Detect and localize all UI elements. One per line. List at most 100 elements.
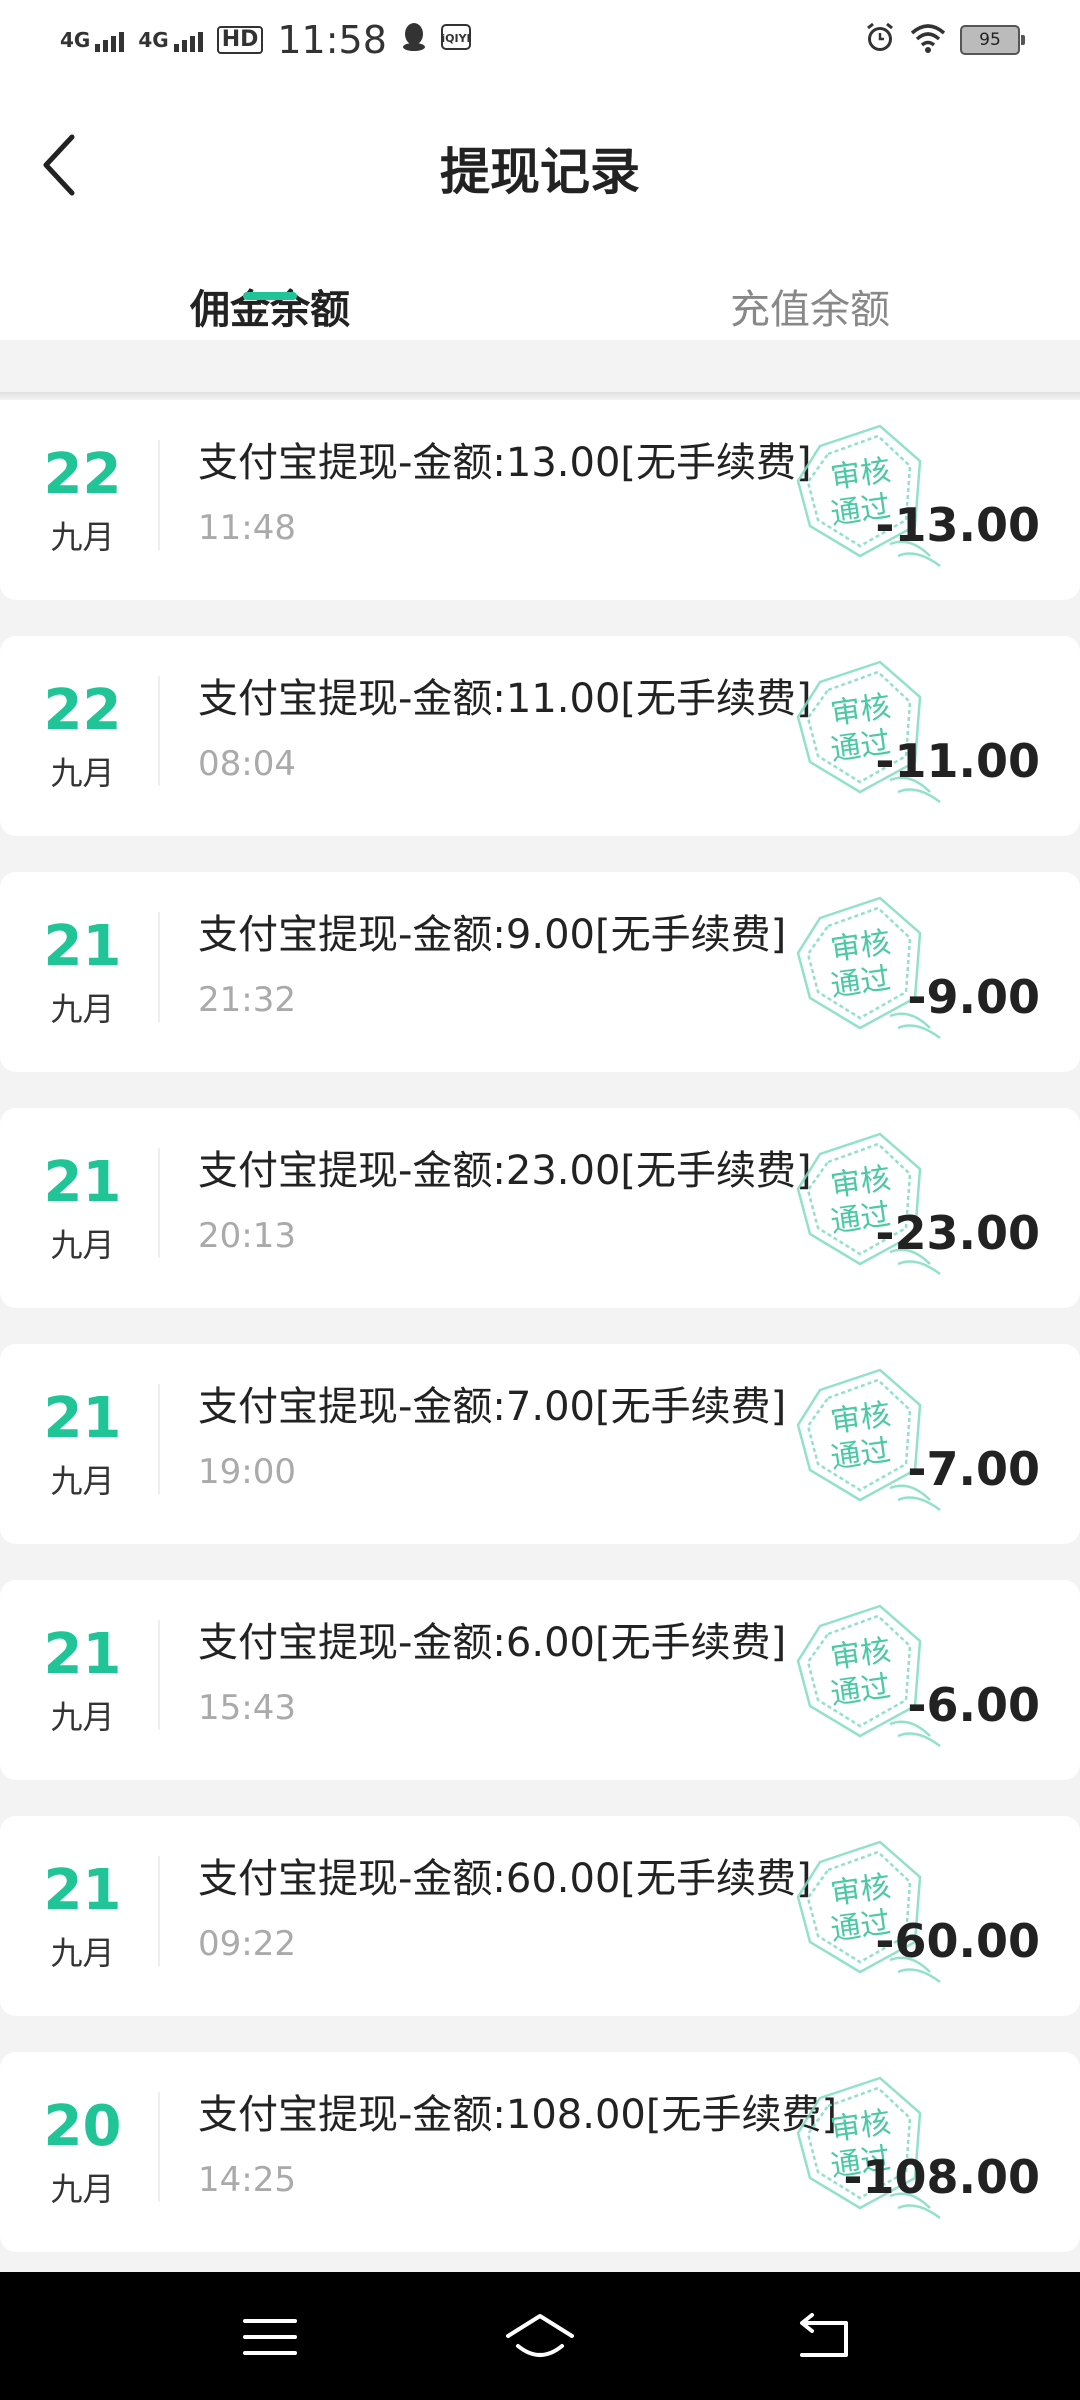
approved-stamp-icon: 审核 通过 [796, 424, 941, 568]
record-amount: -108.00 [843, 2150, 1040, 2204]
date-column: 20 九月 [20, 2052, 145, 2252]
status-left: 4G 4G HD 11:58 iQIYI [60, 18, 471, 62]
record-title: 支付宝提现-金额:9.00[无手续费] [198, 912, 787, 958]
record-amount: -9.00 [907, 970, 1040, 1024]
record-month: 九月 [50, 1462, 115, 1500]
navigation-bar [0, 2272, 1080, 2400]
record-month: 九月 [50, 518, 115, 556]
record-month: 九月 [50, 1698, 115, 1736]
record-day: 21 [43, 1386, 122, 1451]
page-title: 提现记录 [440, 143, 640, 201]
record-month: 九月 [50, 990, 115, 1028]
approved-stamp-icon: 审核 通过 [796, 2076, 941, 2220]
date-column: 21 九月 [20, 1108, 145, 1308]
tab-recharge-balance[interactable]: 充值余额 [660, 280, 960, 340]
date-column: 21 九月 [20, 1344, 145, 1544]
divider [158, 676, 160, 786]
menu-icon [243, 2319, 297, 2355]
tab-active-indicator [243, 292, 297, 300]
date-column: 21 九月 [20, 1816, 145, 2016]
record-day: 22 [43, 442, 122, 507]
record-time: 11:48 [198, 508, 296, 548]
network-type-label: 4G [60, 28, 91, 52]
record-time: 19:00 [198, 1452, 296, 1492]
record-time: 21:32 [198, 980, 296, 1020]
list-item[interactable]: 22 九月 支付宝提现-金额:11.00[无手续费] 08:04 审核 通过 -… [0, 636, 1080, 836]
record-amount: -6.00 [907, 1678, 1040, 1732]
divider [158, 1384, 160, 1494]
record-day: 22 [43, 678, 122, 743]
header: 提现记录 佣金余额 充值余额 [0, 80, 1080, 340]
divider [158, 440, 160, 550]
record-time: 09:22 [198, 1924, 296, 1964]
list-item[interactable]: 20 九月 支付宝提现-金额:108.00[无手续费] 14:25 审核 通过 … [0, 2052, 1080, 2252]
tab-commission-balance[interactable]: 佣金余额 [120, 280, 420, 340]
status-time: 11:58 [277, 18, 387, 62]
qq-icon [401, 22, 427, 59]
record-title: 支付宝提现-金额:108.00[无手续费] [198, 2092, 838, 2138]
stamp-line2: 通过 [829, 1669, 893, 1712]
record-time: 08:04 [198, 744, 296, 784]
record-amount: -7.00 [907, 1442, 1040, 1496]
back-nav-button[interactable] [782, 2302, 862, 2372]
date-column: 21 九月 [20, 1580, 145, 1780]
record-time: 14:25 [198, 2160, 296, 2200]
record-title: 支付宝提现-金额:60.00[无手续费] [198, 1856, 812, 1902]
record-day: 21 [43, 1858, 122, 1923]
record-time: 20:13 [198, 1216, 296, 1256]
divider [158, 912, 160, 1022]
hd-badge: HD [216, 26, 264, 54]
menu-button[interactable] [230, 2302, 310, 2372]
approved-stamp-icon: 审核 通过 [796, 660, 941, 804]
date-column: 21 九月 [20, 872, 145, 1072]
list-item[interactable]: 21 九月 支付宝提现-金额:9.00[无手续费] 21:32 审核 通过 -9… [0, 872, 1080, 1072]
signal-icon: 4G [60, 28, 125, 52]
record-amount: -60.00 [875, 1914, 1040, 1968]
record-time: 15:43 [198, 1688, 296, 1728]
tab-bar: 佣金余额 充值余额 [0, 280, 1080, 380]
record-title: 支付宝提现-金额:6.00[无手续费] [198, 1620, 787, 1666]
record-day: 20 [43, 2094, 122, 2159]
record-title: 支付宝提现-金额:23.00[无手续费] [198, 1148, 812, 1194]
approved-stamp-icon: 审核 通过 [796, 1840, 941, 1984]
wifi-icon [910, 23, 946, 57]
approved-stamp-icon: 审核 通过 [796, 1604, 941, 1748]
date-column: 22 九月 [20, 400, 145, 600]
divider [158, 1148, 160, 1258]
signal-icon: 4G [138, 28, 203, 52]
record-amount: -11.00 [875, 734, 1040, 788]
iqiyi-icon: iQIYI [440, 23, 471, 57]
record-title: 支付宝提现-金额:7.00[无手续费] [198, 1384, 787, 1430]
divider [158, 2092, 160, 2202]
record-title: 支付宝提现-金额:13.00[无手续费] [198, 440, 812, 486]
list-item[interactable]: 21 九月 支付宝提现-金额:6.00[无手续费] 15:43 审核 通过 -6… [0, 1580, 1080, 1780]
approved-stamp-icon: 审核 通过 [796, 1368, 941, 1512]
stamp-line2: 通过 [829, 1433, 893, 1476]
svg-text:iQIYI: iQIYI [441, 32, 470, 45]
record-day: 21 [43, 1622, 122, 1687]
alarm-icon [864, 22, 896, 58]
record-month: 九月 [50, 1226, 115, 1264]
record-month: 九月 [50, 1934, 115, 1972]
status-right: 95 [864, 22, 1025, 58]
divider [158, 1856, 160, 1966]
home-button[interactable] [500, 2302, 580, 2372]
record-month: 九月 [50, 754, 115, 792]
approved-stamp-icon: 审核 通过 [796, 896, 941, 1040]
date-column: 22 九月 [20, 636, 145, 836]
record-amount: -23.00 [875, 1206, 1040, 1260]
list-item[interactable]: 21 九月 支付宝提现-金额:23.00[无手续费] 20:13 审核 通过 -… [0, 1108, 1080, 1308]
stamp-line2: 通过 [829, 961, 893, 1004]
network-type-label: 4G [138, 28, 169, 52]
battery-icon: 95 [960, 25, 1025, 55]
list-item[interactable]: 22 九月 支付宝提现-金额:13.00[无手续费] 11:48 审核 通过 -… [0, 400, 1080, 600]
divider [158, 1620, 160, 1730]
record-day: 21 [43, 914, 122, 979]
status-bar: 4G 4G HD 11:58 iQIYI 95 [0, 0, 1080, 80]
approved-stamp-icon: 审核 通过 [796, 1132, 941, 1276]
list-item[interactable]: 21 九月 支付宝提现-金额:60.00[无手续费] 09:22 审核 通过 -… [0, 1816, 1080, 2016]
header-shadow [0, 392, 1080, 400]
list-item[interactable]: 21 九月 支付宝提现-金额:7.00[无手续费] 19:00 审核 通过 -7… [0, 1344, 1080, 1544]
home-icon [506, 2314, 574, 2357]
record-title: 支付宝提现-金额:11.00[无手续费] [198, 676, 812, 722]
